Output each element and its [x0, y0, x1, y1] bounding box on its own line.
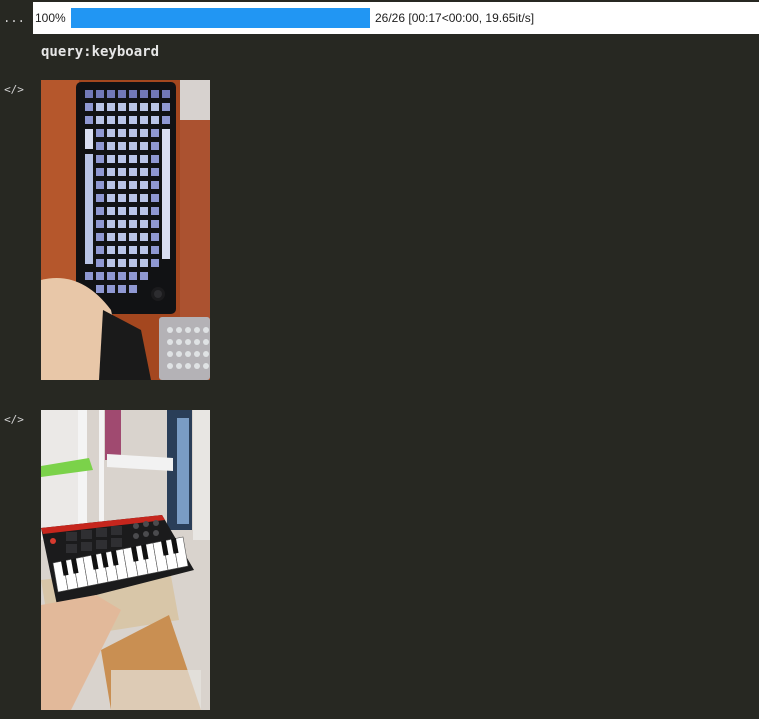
result-image-midi-keyboard [41, 410, 210, 710]
result-image-keyboard [41, 80, 210, 380]
progress-bar [71, 8, 370, 28]
progress-output: 100% 26/26 [00:17<00:00, 19.65it/s] [33, 2, 759, 34]
query-output-text: query:keyboard [41, 44, 160, 60]
code-icon[interactable]: </> [0, 80, 28, 100]
code-icon[interactable]: </> [0, 410, 28, 430]
progress-fill [71, 8, 370, 28]
more-options-icon[interactable]: ... [0, 8, 28, 28]
progress-percent: 100% [35, 11, 66, 25]
cell-gutter: ... </> </> [0, 0, 31, 719]
notebook-output-panel: ... </> </> 100% 26/26 [00:17<00:00, 19.… [0, 0, 759, 719]
progress-status: 26/26 [00:17<00:00, 19.65it/s] [375, 11, 535, 25]
